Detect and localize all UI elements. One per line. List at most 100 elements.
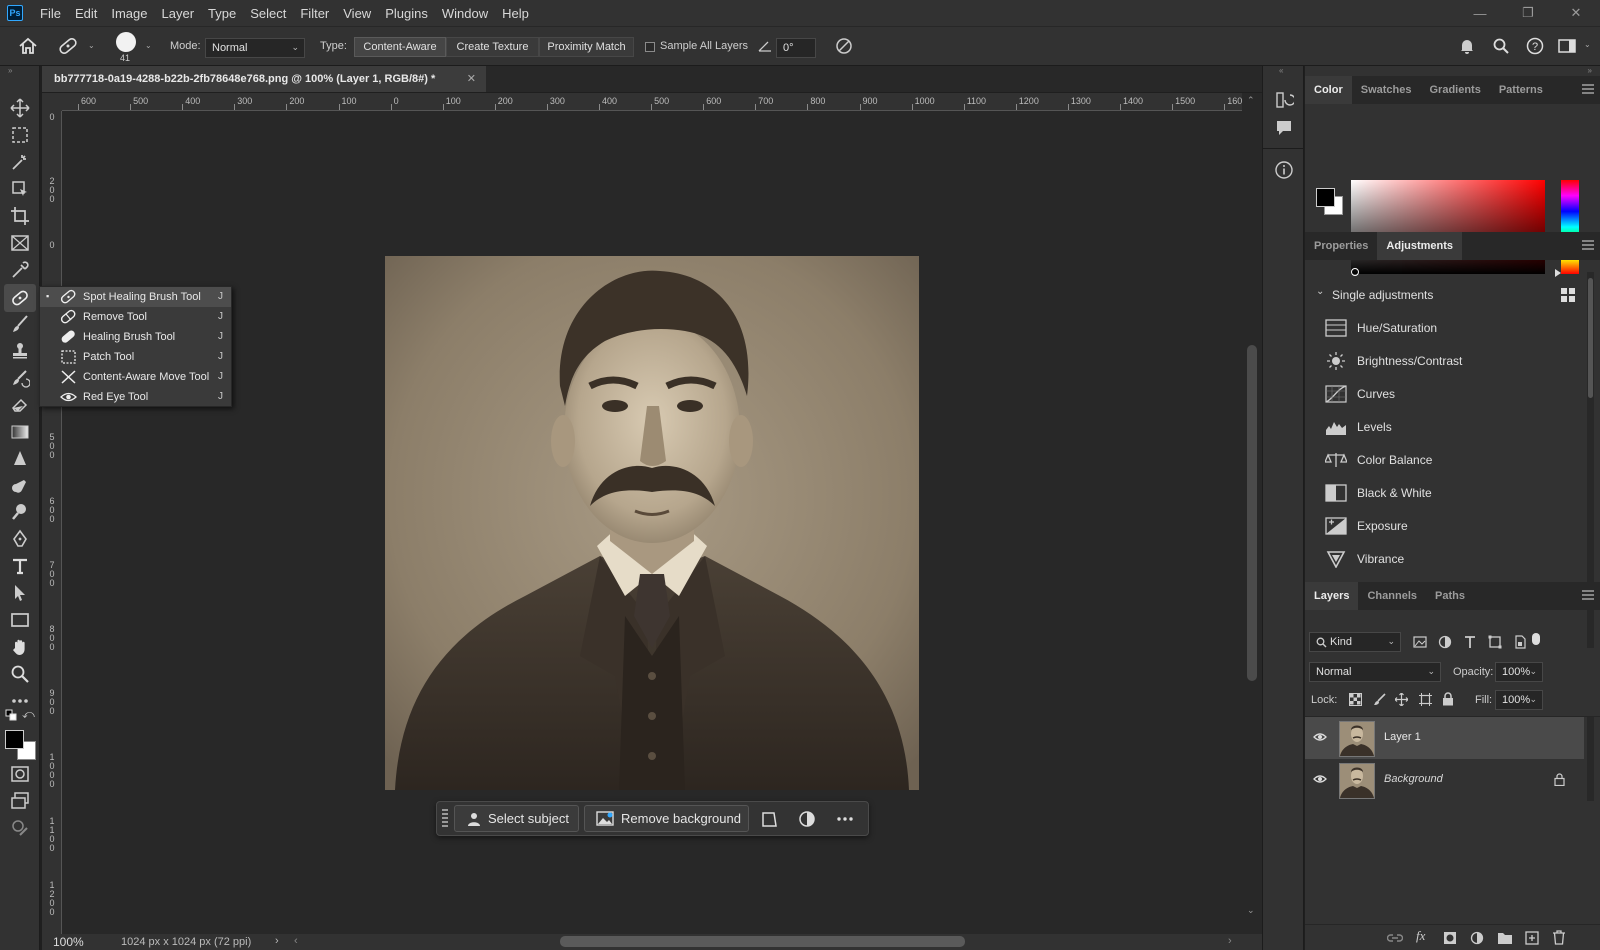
menu-select[interactable]: Select	[243, 6, 293, 21]
path-selection-tool-icon[interactable]	[8, 581, 32, 605]
menu-window[interactable]: Window	[435, 6, 495, 21]
workspace-icon[interactable]	[1558, 38, 1576, 54]
dodge-tool-icon[interactable]	[8, 500, 32, 524]
help-icon[interactable]: ?	[1526, 37, 1544, 55]
lock-position-icon[interactable]	[1395, 693, 1408, 706]
new-group-icon[interactable]	[1497, 931, 1513, 945]
collapse-strip-icon[interactable]: «	[1279, 66, 1283, 75]
object-select-box-icon[interactable]	[8, 177, 32, 201]
pen-tool-icon[interactable]	[8, 527, 32, 551]
tab-adjustments[interactable]: Adjustments	[1377, 232, 1463, 260]
flyout-item-red-eye[interactable]: Red Eye Tool J	[40, 387, 231, 407]
brush-tool-icon[interactable]	[8, 312, 32, 336]
menu-layer[interactable]: Layer	[155, 6, 202, 21]
adjustment-hue-saturation[interactable]: Hue/Saturation	[1325, 313, 1595, 343]
info-panel-icon[interactable]	[1274, 160, 1294, 180]
fx-icon[interactable]: fx	[1416, 928, 1425, 944]
adjustment-exposure[interactable]: Exposure	[1325, 511, 1595, 541]
layer-name[interactable]: Background	[1384, 773, 1443, 785]
close-tab-icon[interactable]: ✕	[467, 72, 476, 85]
restore-button[interactable]: ❐	[1504, 0, 1552, 26]
notifications-icon[interactable]	[1458, 37, 1476, 55]
layer-row-layer-1[interactable]: Layer 1	[1305, 717, 1584, 759]
collapse-dock-icon[interactable]: »	[1588, 66, 1592, 75]
comments-panel-icon[interactable]	[1274, 118, 1294, 138]
zoom-tool-icon[interactable]	[8, 662, 32, 686]
object-selection-tool-icon[interactable]	[8, 150, 32, 174]
home-icon[interactable]	[18, 37, 38, 55]
select-subject-button[interactable]: Select subject	[454, 805, 579, 832]
adjustment-vibrance[interactable]: Vibrance	[1325, 544, 1595, 574]
lock-artboard-icon[interactable]	[1419, 693, 1432, 706]
delete-layer-icon[interactable]	[1552, 930, 1566, 945]
spot-healing-preset-icon[interactable]	[56, 35, 80, 57]
mode-select[interactable]: Normal ⌄	[205, 38, 305, 58]
filter-shape-icon[interactable]	[1488, 635, 1502, 649]
filter-toggle-switch[interactable]	[1532, 633, 1540, 645]
history-panel-icon[interactable]	[1274, 90, 1294, 110]
menu-help[interactable]: Help	[495, 6, 536, 21]
collapse-toolbar-icon[interactable]: »	[8, 66, 12, 75]
move-tool-icon[interactable]	[8, 96, 32, 120]
type-create-texture-button[interactable]: Create Texture	[446, 37, 539, 57]
fill-input[interactable]: 100% ⌄	[1495, 690, 1543, 710]
layer-filter-kind-select[interactable]: Kind ⌄	[1309, 632, 1401, 652]
tab-channels[interactable]: Channels	[1358, 582, 1426, 610]
document-tab[interactable]: bb777718-0a19-4288-b22b-2fb78648e768.png…	[42, 66, 486, 92]
sample-all-layers-checkbox[interactable]	[645, 42, 655, 52]
tab-patterns[interactable]: Patterns	[1490, 76, 1552, 104]
remove-background-button[interactable]: Remove background	[584, 805, 749, 832]
frame-tool-icon[interactable]	[8, 231, 32, 255]
tab-color[interactable]: Color	[1305, 76, 1352, 104]
default-colors-icon[interactable]	[5, 709, 17, 721]
color-picker-marker[interactable]	[1351, 268, 1359, 276]
flyout-item-patch-tool[interactable]: Patch Tool J	[40, 347, 231, 367]
brush-dropdown-arrow[interactable]: ⌄	[145, 41, 152, 50]
adjustment-color-balance[interactable]: Color Balance	[1325, 445, 1595, 475]
vertical-scroll-thumb[interactable]	[1247, 345, 1257, 681]
layer-thumbnail[interactable]	[1339, 763, 1375, 799]
scroll-left-icon[interactable]: ‹	[294, 935, 298, 947]
vertical-ruler[interactable]: 02000300400500600700800900100011001200	[42, 111, 62, 934]
scroll-down-icon[interactable]: ⌄	[1247, 905, 1255, 916]
edit-toolbar-icon[interactable]	[8, 816, 32, 840]
smudge-tool-icon[interactable]	[8, 474, 32, 498]
more-options-icon[interactable]	[836, 810, 854, 828]
tab-layers[interactable]: Layers	[1305, 582, 1359, 610]
filter-smart-object-icon[interactable]	[1513, 635, 1527, 649]
spot-healing-brush-tool-icon[interactable]	[4, 284, 36, 312]
menu-filter[interactable]: Filter	[293, 6, 336, 21]
adjustment-levels[interactable]: Levels	[1325, 412, 1595, 442]
eraser-tool-icon[interactable]	[8, 393, 32, 417]
single-adjustments-heading[interactable]: Single adjustments	[1332, 288, 1433, 302]
opacity-input[interactable]: 100% ⌄	[1495, 662, 1543, 682]
hue-slider-marker[interactable]	[1555, 269, 1561, 277]
gradient-tool-icon[interactable]	[8, 420, 32, 444]
scroll-up-icon[interactable]: ⌃	[1247, 95, 1255, 106]
close-window-button[interactable]: ✕	[1552, 0, 1600, 26]
rectangle-tool-icon[interactable]	[8, 608, 32, 632]
link-layers-icon[interactable]	[1387, 932, 1403, 944]
blend-mode-select[interactable]: Normal ⌄	[1309, 662, 1441, 682]
chevron-down-icon[interactable]: ⌄	[1316, 286, 1324, 297]
adjustment-brightness-contrast[interactable]: Brightness/Contrast	[1325, 346, 1595, 376]
minimize-button[interactable]: —	[1456, 0, 1504, 26]
swap-colors-icon[interactable]: ⤺	[22, 707, 35, 722]
menu-type[interactable]: Type	[201, 6, 243, 21]
flyout-item-spot-healing-brush[interactable]: ▪ Spot Healing Brush Tool J	[40, 287, 231, 307]
tab-swatches[interactable]: Swatches	[1352, 76, 1421, 104]
clone-stamp-tool-icon[interactable]	[8, 339, 32, 363]
tab-gradients[interactable]: Gradients	[1420, 76, 1489, 104]
flyout-item-remove-tool[interactable]: Remove Tool J	[40, 307, 231, 327]
foreground-color-swatch[interactable]	[5, 730, 24, 749]
document-dimensions[interactable]: 1024 px x 1024 px (72 ppi)	[121, 936, 251, 948]
adjustment-black-white[interactable]: Black & White	[1325, 478, 1595, 508]
ruler-origin[interactable]	[42, 93, 62, 111]
type-proximity-match-button[interactable]: Proximity Match	[539, 37, 634, 57]
adjustment-curves[interactable]: Curves	[1325, 379, 1595, 409]
type-tool-icon[interactable]	[8, 554, 32, 578]
zoom-level[interactable]: 100%	[53, 935, 84, 949]
scroll-right-icon[interactable]: ›	[1228, 935, 1232, 947]
eye-icon[interactable]	[1313, 774, 1327, 784]
menu-image[interactable]: Image	[104, 6, 154, 21]
